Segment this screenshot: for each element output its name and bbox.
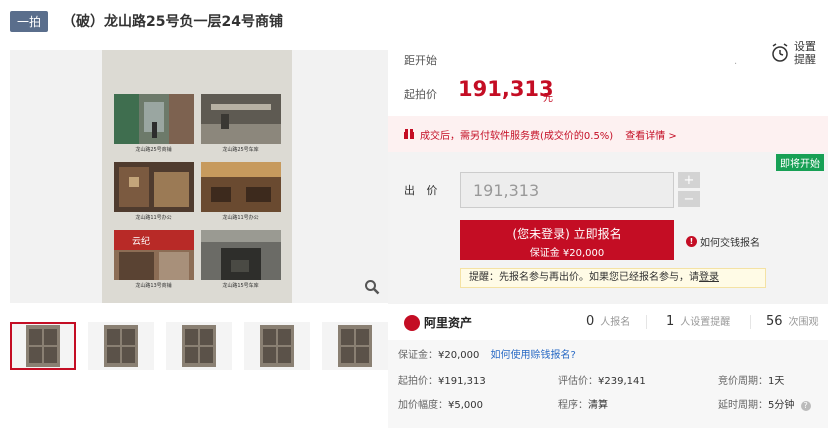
reminders-count: 1 <box>666 314 675 329</box>
photo-caption: 龙山路11号办公 <box>222 215 259 221</box>
price-unit: 元 <box>543 93 553 104</box>
bid-area: 即将开始 出 价 + − (您未登录) 立即报名 保证金 ¥20,000 ! 如… <box>388 152 828 304</box>
alarm-clock-icon <box>772 43 788 62</box>
gift-icon <box>404 129 414 139</box>
how-to-pay-label: 如何交钱报名 <box>700 238 760 249</box>
deposit-amount-label: 保证金 ¥20,000 <box>529 248 605 259</box>
photo-caption: 龙山路13号商铺 <box>135 283 172 289</box>
countdown-placeholder: . <box>734 56 738 67</box>
auction-details: 保证金：¥20,000 如何使用赊钱报名? 起拍价：¥191,313 评估价：¥… <box>388 340 828 428</box>
register-button-label: (您未登录) 立即报名 <box>512 227 622 241</box>
applicants-stat: 0 人报名 <box>586 313 630 329</box>
thumbnail[interactable] <box>10 322 76 370</box>
set-reminder-button[interactable]: 设置提醒 <box>770 40 818 66</box>
garage-photo <box>200 94 281 144</box>
photo-cell: 龙山路25号商铺 <box>112 94 195 158</box>
status-badge: 即将开始 <box>776 154 824 171</box>
thumbnail-strip <box>10 322 388 370</box>
photo-caption: 龙山路25号车库 <box>222 147 259 153</box>
title-bar: 一拍 （破）龙山路25号负一层24号商铺 <box>10 10 283 32</box>
photo-cell: 龙山路15号车库 <box>199 230 282 294</box>
bid-cycle-detail: 竞价周期：1天 <box>718 376 785 387</box>
start-price-value: 191,313 <box>458 77 554 101</box>
photo-caption: 龙山路25号商铺 <box>135 147 172 153</box>
divider <box>750 315 751 329</box>
thumbnail[interactable] <box>322 322 388 370</box>
zoom-icon[interactable] <box>364 279 380 295</box>
photo-cell: 龙山路11号办公 <box>199 162 282 226</box>
delay-detail: 延时周期：5分钟 ? <box>718 396 811 411</box>
views-count: 56 <box>766 314 783 329</box>
main-image[interactable]: 龙山路25号商铺 龙山路25号车库 龙山路11号办公 龙山路11号办公 云纪 龙… <box>10 50 388 303</box>
exclamation-icon: ! <box>686 236 697 247</box>
countdown-label: 距开始 <box>404 54 437 67</box>
appraisal-detail: 评估价：¥239,141 <box>558 376 646 387</box>
photo-cell: 云纪 龙山路13号商铺 <box>112 230 195 294</box>
photo-caption: 龙山路15号车库 <box>222 283 259 289</box>
ali-assets-logo-icon <box>404 314 420 331</box>
thumbnail[interactable] <box>244 322 310 370</box>
stats-row: 阿里资产 0 人报名 1 人设置提醒 56 次围观 <box>388 304 828 340</box>
page-title: （破）龙山路25号负一层24号商铺 <box>62 14 283 30</box>
reminders-stat: 1 人设置提醒 <box>666 313 730 329</box>
deposit-help-link[interactable]: 如何使用赊钱报名? <box>491 350 576 361</box>
increment-detail: 加价幅度：¥5,000 <box>398 400 483 411</box>
bid-label: 出 价 <box>404 184 442 197</box>
building-photo <box>113 162 194 212</box>
notice-text: 提醒：先报名参与再出价。如果您已经报名参与，请 <box>469 272 699 283</box>
start-price-label: 起拍价 <box>404 88 437 101</box>
reminder-label: 设置提醒 <box>794 40 816 66</box>
brand[interactable]: 阿里资产 <box>404 314 472 331</box>
auction-panel: 距开始 . 设置提醒 起拍价 191,313 元 成交后，需另付软件服务费(成交… <box>388 36 828 428</box>
procedure-detail: 程序：清算 <box>558 400 608 411</box>
views-label: 次围观 <box>788 317 819 328</box>
shop-photo: 云纪 <box>113 230 194 280</box>
how-to-pay-link[interactable]: ! 如何交钱报名 <box>686 234 760 249</box>
login-notice: 提醒：先报名参与再出价。如果您已经报名参与，请登录 <box>460 268 766 288</box>
interior-photo <box>200 162 281 212</box>
applicants-label: 人报名 <box>600 317 631 328</box>
document-photo: 龙山路25号商铺 龙山路25号车库 龙山路11号办公 龙山路11号办公 云纪 龙… <box>102 50 292 303</box>
auction-round-tag: 一拍 <box>10 10 49 32</box>
reminders-label: 人设置提醒 <box>680 317 731 328</box>
bid-price-input[interactable] <box>460 172 674 208</box>
thumbnail[interactable] <box>88 322 154 370</box>
brand-name: 阿里资产 <box>424 316 473 330</box>
register-button[interactable]: (您未登录) 立即报名 保证金 ¥20,000 <box>460 220 674 260</box>
photo-cell: 龙山路25号车库 <box>199 94 282 158</box>
divider <box>646 315 647 329</box>
garage-entrance-photo <box>200 230 281 280</box>
applicants-count: 0 <box>586 314 595 329</box>
service-fee-bar: 成交后，需另付软件服务费(成交价的0.5%) 查看详情 > <box>388 116 828 152</box>
service-fee-text: 成交后，需另付软件服务费(成交价的0.5%) <box>420 130 614 142</box>
help-icon[interactable]: ? <box>800 401 811 411</box>
login-link[interactable]: 登录 <box>699 272 719 283</box>
start-price-detail: 起拍价：¥191,313 <box>398 376 486 387</box>
view-details-link[interactable]: 查看详情 > <box>625 127 677 142</box>
thumbnail[interactable] <box>166 322 232 370</box>
deposit-detail: 保证金：¥20,000 如何使用赊钱报名? <box>398 350 576 361</box>
decrease-bid-button[interactable]: − <box>678 191 700 207</box>
increase-bid-button[interactable]: + <box>678 172 700 188</box>
shop-sign-text: 云纪 <box>132 235 150 247</box>
photo-cell: 龙山路11号办公 <box>112 162 195 226</box>
views-stat: 56 次围观 <box>766 313 819 329</box>
photo-caption: 龙山路11号办公 <box>135 215 172 221</box>
street-photo <box>113 94 194 144</box>
